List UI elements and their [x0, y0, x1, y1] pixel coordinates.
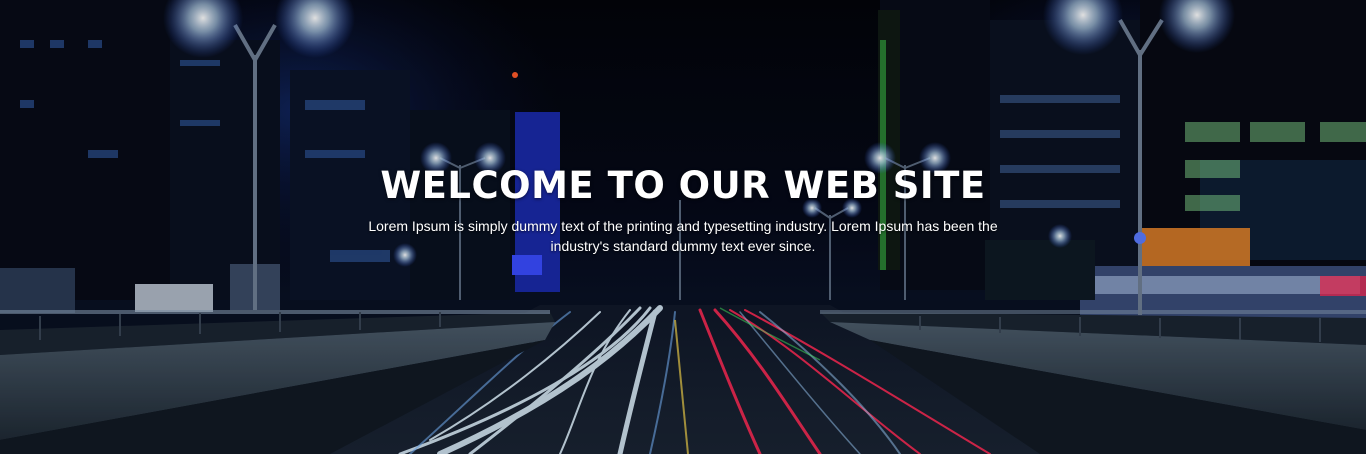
hero-description: Lorem Ipsum is simply dummy text of the … [368, 218, 998, 254]
hero-banner: WELCOME TO OUR WEB SITE Lorem Ipsum is s… [0, 0, 1366, 454]
hero-title: WELCOME TO OUR WEB SITE [380, 164, 986, 207]
hero-content: WELCOME TO OUR WEB SITE Lorem Ipsum is s… [0, 158, 1366, 256]
